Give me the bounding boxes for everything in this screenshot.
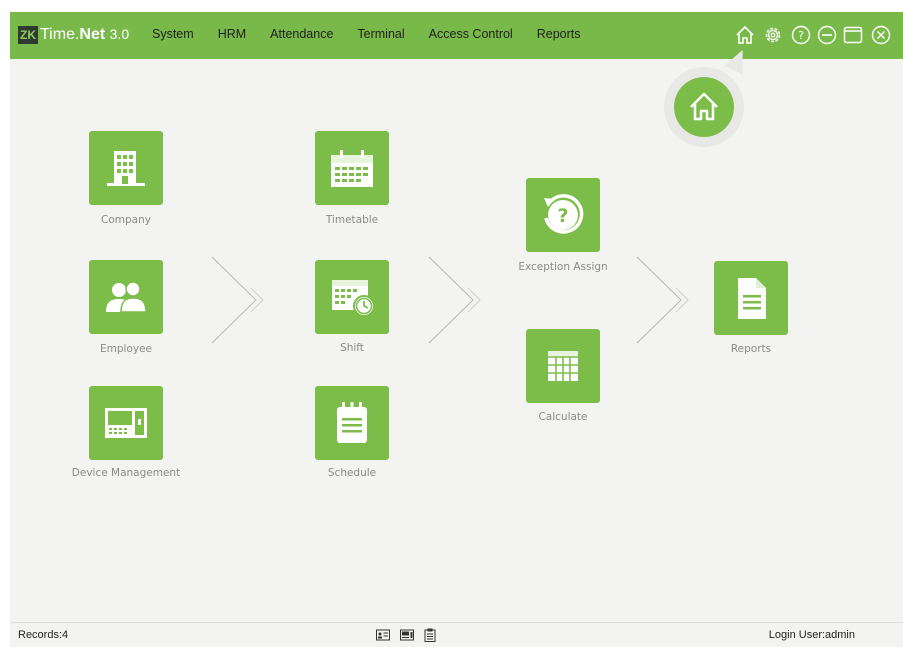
svg-text:?: ? [798,29,804,42]
flow-arrow-3 [636,256,689,344]
history-question-icon: ? [544,194,584,234]
menu-terminal[interactable]: Terminal [357,27,404,41]
logo-text-bold: Net [79,26,106,43]
app-window: ZK Time.Net 3.0 System HRM Attendance Te… [10,12,903,647]
reports-label: Reports [730,343,772,355]
device-management-tile[interactable] [89,386,163,460]
flow-arrow-2 [428,256,481,344]
status-bar: Records:4 Login User:admin [10,622,903,647]
help-icon[interactable]: ? [790,24,812,46]
exception-assign-tile[interactable]: ? [526,178,600,252]
main-menu: System HRM Attendance Terminal Access Co… [152,27,605,41]
menu-hrm[interactable]: HRM [218,27,246,41]
top-bar: ZK Time.Net 3.0 System HRM Attendance Te… [10,12,903,59]
calendar-clock-icon [332,280,375,317]
logo-text: Time.Net 3.0 [40,26,129,44]
svg-text:?: ? [557,205,568,227]
users-icon [106,281,147,313]
document-icon [738,278,766,319]
app-version: 3.0 [109,26,130,42]
exception-assign-label: Exception Assign [518,261,608,273]
settings-icon[interactable] [762,24,784,46]
close-icon[interactable] [870,24,892,46]
schedule-tile[interactable] [315,386,389,460]
calculator-table-icon [548,351,578,381]
employee-label: Employee [99,343,152,355]
home-large-icon [690,92,718,121]
clipboard-icon[interactable] [423,628,437,642]
terminal-device-icon[interactable] [400,628,414,642]
maximize-icon[interactable] [842,24,864,46]
shift-label: Shift [340,342,364,354]
employee-tile[interactable] [89,260,163,334]
menu-access-control[interactable]: Access Control [429,27,513,41]
home-icon[interactable] [734,24,756,46]
home-callout-button[interactable] [674,77,734,137]
flow-arrow-1 [211,256,264,344]
menu-system[interactable]: System [152,27,194,41]
notepad-icon [337,402,367,443]
company-label: Company [101,214,151,226]
calculate-label: Calculate [538,411,588,423]
menu-reports[interactable]: Reports [537,27,581,41]
logo-mark: ZK [18,26,38,44]
calendar-icon [331,150,373,187]
calculate-tile[interactable] [526,329,600,403]
device-icon [105,408,147,438]
schedule-label: Schedule [327,467,377,479]
company-tile[interactable] [89,131,163,205]
id-card-icon[interactable] [376,628,390,642]
timetable-tile[interactable] [315,131,389,205]
timetable-label: Timetable [325,214,379,226]
menu-attendance[interactable]: Attendance [270,27,333,41]
building-icon [107,151,145,186]
logo-text-light: Time. [40,26,80,43]
reports-tile[interactable] [714,261,788,335]
device-management-label: Device Management [71,467,181,479]
records-count: Records:4 [18,629,69,641]
minimize-icon[interactable] [816,24,838,46]
login-user: Login User:admin [768,629,855,641]
app-logo: ZK Time.Net 3.0 [18,25,129,45]
shift-tile[interactable] [315,260,389,334]
